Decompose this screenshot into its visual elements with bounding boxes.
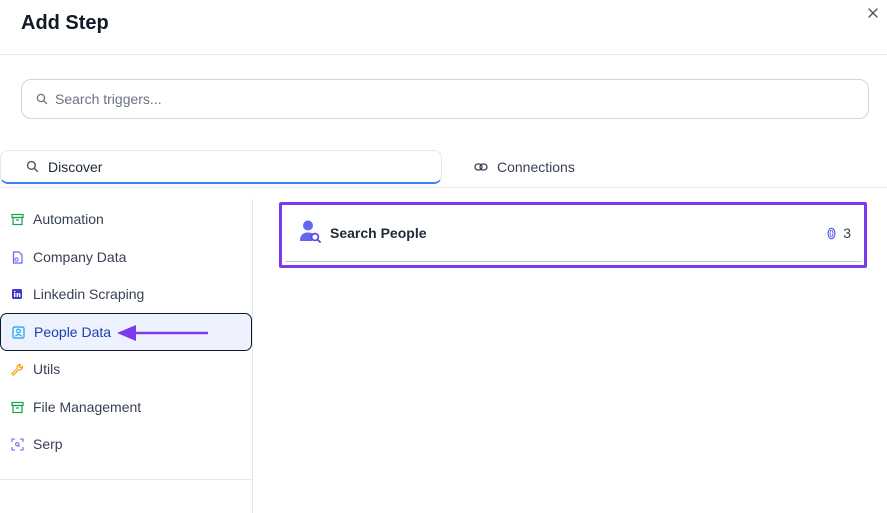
sidebar-item-serp[interactable]: Serp [0,425,252,463]
tab-label: Discover [48,158,103,175]
tab-label: Connections [497,159,575,175]
tab-discover[interactable]: Discover [0,150,442,184]
contact-card-icon [11,325,25,339]
dialog-title: Add Step [21,12,109,34]
sidebar-item-linkedin-scraping[interactable]: Linkedin Scraping [0,275,252,313]
linkedin-icon [10,287,24,301]
close-button[interactable] [864,4,882,22]
search-bar[interactable] [21,79,869,119]
result-title: Search People [330,225,427,241]
sidebar-item-label: Utils [33,361,61,377]
search-icon [26,160,39,173]
card-divider [285,261,861,262]
link-icon [474,163,488,171]
sidebar-item-automation[interactable]: Automation [0,200,252,238]
sidebar-item-label: Linkedin Scraping [33,286,145,302]
credit-cost: 3 [827,225,851,241]
scan-icon [10,437,24,451]
pointer-arrow-icon [117,325,208,341]
coin-icon [827,227,836,239]
file-icon [10,250,24,264]
search-icon [36,93,48,105]
sidebar-item-file-management[interactable]: File Management [0,388,252,426]
tabs-divider [0,187,887,188]
search-input[interactable] [55,91,835,107]
archive-icon [10,212,24,226]
sidebar-item-company-data[interactable]: Company Data [0,238,252,276]
result-card-search-people[interactable]: Search People 3 [279,202,867,268]
tab-connections[interactable]: Connections [474,156,575,178]
archive-icon [10,400,24,414]
sidebar-divider [0,479,252,480]
person-search-icon [300,220,321,243]
close-icon [868,8,878,18]
sidebar-item-label: Company Data [33,249,127,265]
sidebar-item-label: People Data [34,324,112,340]
credit-count: 3 [843,225,851,241]
wrench-icon [10,362,24,376]
sidebar-item-label: File Management [33,399,142,415]
sidebar-item-utils[interactable]: Utils [0,350,252,388]
sidebar-item-label: Serp [33,436,63,452]
dialog-header: Add Step [0,0,887,55]
sidebar-item-label: Automation [33,211,104,227]
